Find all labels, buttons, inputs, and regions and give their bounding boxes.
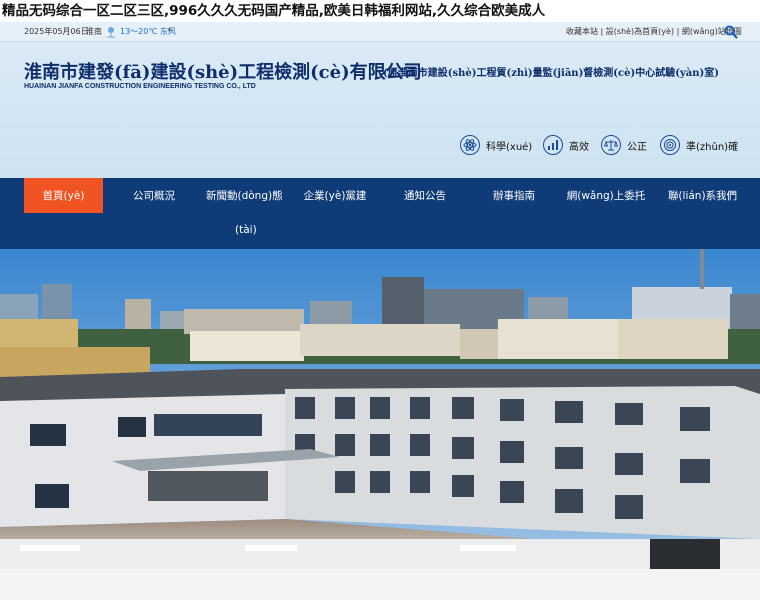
set-homepage-link[interactable]: 設(shè)為首頁(yè) [606,27,674,36]
company-name: 淮南市建發(fā)建設(shè)工程檢測(cè)有限公司 [24,62,422,83]
target-icon [660,135,680,155]
nav-item-news[interactable]: 新聞動(dòng)態 [199,178,291,213]
nav-item-contact[interactable]: 聯(lián)系我們 [655,178,750,213]
date-text: 2025年05月06日 [24,27,89,36]
value-label: 準(zhǔn)確 [686,141,739,153]
company-former-name: (原淮南市建設(shè)工程質(zhì)量監(jiān)督檢測(cè)中心試驗(… [383,68,719,79]
value-label: 高效 [569,141,589,153]
nav-item-party[interactable]: 企業(yè)黨建 [296,178,374,213]
header: 2025年05月06日 淮南 13～20℃ 东风 » 收藏本站 | 設(shè)… [0,22,760,178]
city-text: 淮南 [86,27,102,36]
value-label: 公正 [627,141,647,153]
nav-item-guide[interactable]: 辦事指南 [475,178,553,213]
chart-icon [543,135,563,155]
nav-item-online-order[interactable]: 網(wǎng)上委托 [560,178,652,213]
company-english-name: HUAINAN JIANFA CONSTRUCTION ENGINEERING … [24,83,256,90]
nav-item-notices[interactable]: 通知公告 [386,178,464,213]
site-title: 精品无码综合一区二区三区,996久久久无码国产精品,欧美日韩福利网站,久久综合欧… [2,3,546,19]
value-item-accuracy: 準(zhǔn)確 [660,134,738,156]
value-label: 科學(xué) [486,141,533,153]
value-item-science: 科學(xué) [460,134,532,156]
weather-icon [107,27,115,38]
utility-bar: 2025年05月06日 淮南 13～20℃ 东风 » 收藏本站 | 設(shè)… [0,22,760,42]
nav-item-about[interactable]: 公司概況 [118,178,190,213]
search-icon[interactable] [724,25,738,39]
utility-links: 收藏本站 | 設(shè)為首頁(yè) | 網(wǎng)站地圖 [566,27,742,36]
weather-more-link[interactable]: » [167,25,172,34]
banner-image [0,249,760,600]
nav-item-home[interactable]: 首頁(yè) [24,178,103,213]
nav-item-news-wrap[interactable]: (tài) [235,224,257,236]
bookmark-link[interactable]: 收藏本站 [566,27,598,36]
value-item-efficiency: 高效 [543,134,589,156]
main-nav: 首頁(yè) 公司概況 新聞動(dòng)態 企業(yè)黨建 通知公告 辦事指… [0,178,760,249]
atom-icon [460,135,480,155]
scale-icon [601,135,621,155]
value-item-fairness: 公正 [601,134,647,156]
